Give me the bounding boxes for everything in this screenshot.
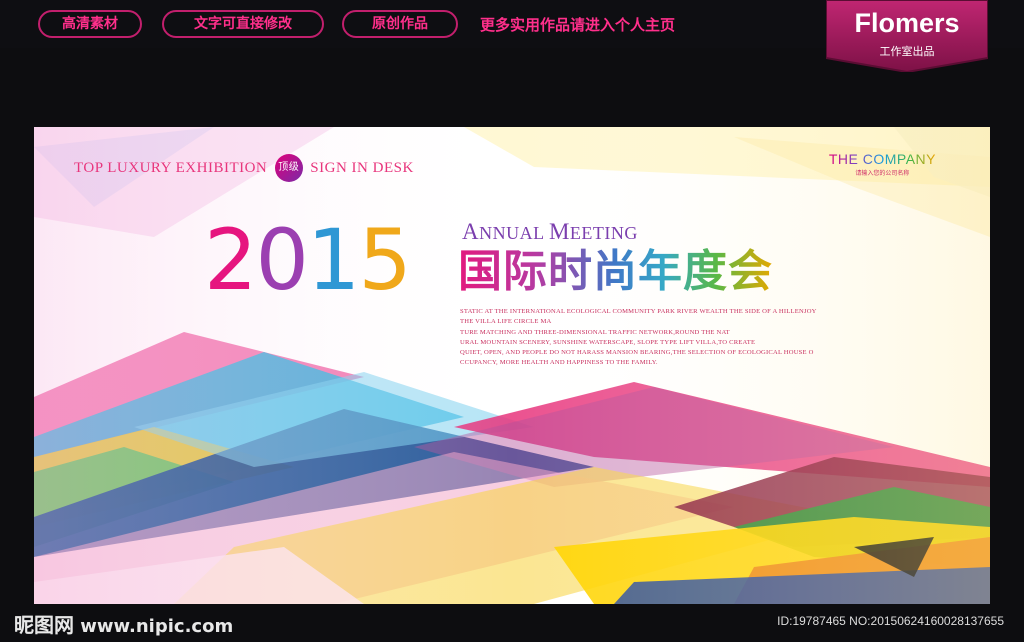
company-name: THE COMPANY [828,151,936,167]
year-digit: 5 [358,211,411,309]
annual-meeting-heading: ANNUAL MEETING [462,219,638,244]
tagline-top-text: TOP LUXURY EXHIBITION [74,159,268,176]
hd-material-button[interactable]: 高清素材 [38,10,142,38]
tagline-sign-text: SIGN IN DESK [310,159,414,176]
description-line: CCUPANCY, MORE HEALTH AND HAPPINESS TO T… [460,359,658,367]
watermark-url[interactable]: www.nipic.com [80,616,233,637]
year-digit: 1 [306,211,360,309]
image-id-text: ID:19787465 NO:20150624160028137655 [777,614,1004,628]
homepage-promo-link[interactable]: 更多实用作品请进入个人主页 [480,14,675,35]
year-digit: 0 [255,211,308,309]
year-heading: 2015 [204,211,412,309]
description-line: TURE MATCHING AND THREE-DIMENSIONAL TRAF… [460,328,730,336]
brand-name: Flomers [854,8,960,38]
description-line: STATIC AT THE INTERNATIONAL ECOLOGICAL C… [460,308,817,315]
original-work-button[interactable]: 原创作品 [342,10,458,38]
company-subtitle: 请输入您的公司名称 [855,170,910,177]
description-line: URAL MOUNTAIN SCENERY, SUNSHINE WATERSCA… [460,338,756,346]
editable-text-button[interactable]: 文字可直接修改 [162,10,324,38]
top-level-badge: 顶级 [274,154,303,182]
brand-subtitle: 工作室出品 [879,45,935,58]
brand-ribbon: Flomers 工作室出品 [826,0,988,72]
year-digit: 2 [204,211,257,309]
banner-artwork: TOP LUXURY EXHIBITION 顶级 SIGN IN DESK TH… [34,127,990,604]
event-description: STATIC AT THE INTERNATIONAL ECOLOGICAL C… [460,307,830,369]
event-title-cn: 国际时尚年度会 [458,246,773,297]
watermark-cn: 昵图网 [14,613,74,637]
nipic-watermark: 昵图网 www.nipic.com [14,609,233,638]
description-line: THE VILLA LIFE CIRCLE MA [460,318,552,326]
description-line: QUIET, OPEN, AND PEOPLE DO NOT HARASS MA… [460,349,814,357]
top-luxury-tagline: TOP LUXURY EXHIBITION 顶级 SIGN IN DESK [74,154,414,182]
company-logo-block: THE COMPANY 请输入您的公司名称 [829,151,936,177]
